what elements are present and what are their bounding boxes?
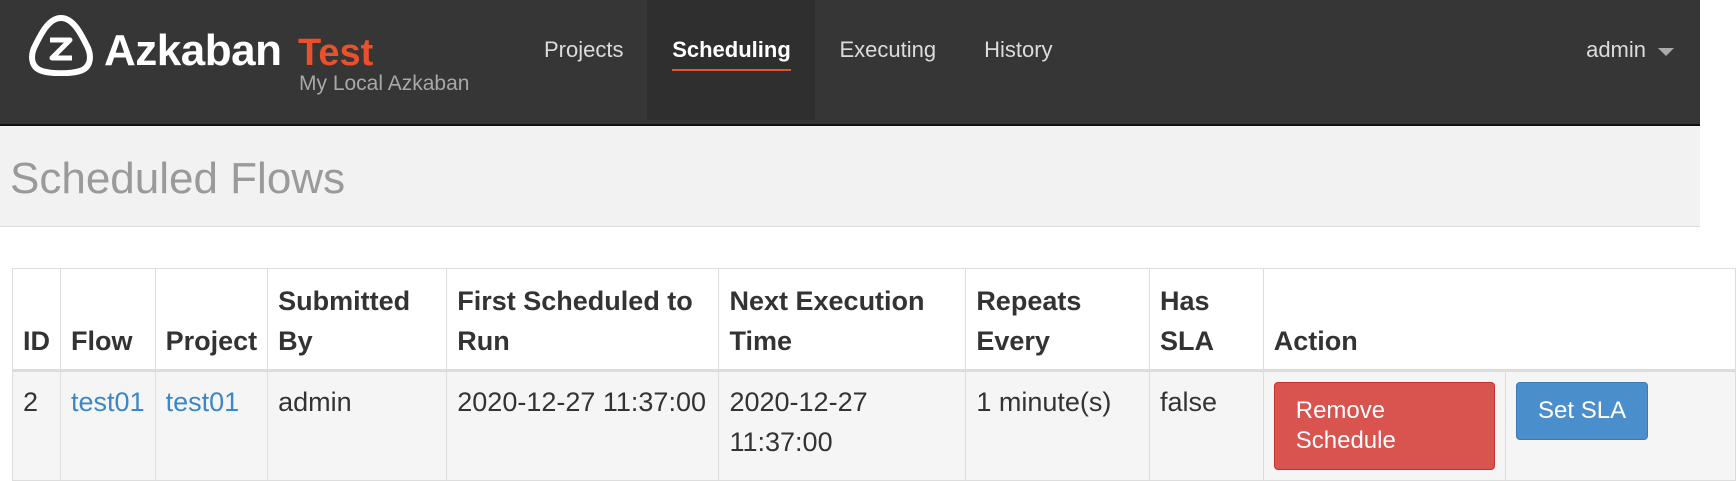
page-header: Scheduled Flows bbox=[0, 126, 1700, 227]
azkaban-logo-icon[interactable] bbox=[26, 14, 96, 76]
table-header-row: ID Flow Project Submitted By First Sched… bbox=[12, 268, 1736, 372]
col-has-sla: Has SLA bbox=[1148, 268, 1264, 372]
col-action: Action bbox=[1262, 268, 1736, 372]
cell-has-sla: false bbox=[1148, 370, 1264, 481]
cell-first-scheduled: 2020-12-27 11:37:00 bbox=[446, 370, 720, 481]
project-link[interactable]: test01 bbox=[166, 387, 240, 417]
nav-projects-label: Projects bbox=[544, 37, 624, 62]
cell-remove-action: Remove Schedule bbox=[1262, 370, 1507, 481]
col-flow: Flow bbox=[60, 268, 156, 372]
top-navbar: Azkaban Test My Local Azkaban Projects S… bbox=[0, 0, 1700, 126]
nav-projects[interactable]: Projects bbox=[520, 0, 647, 120]
col-submitted-by: Submitted By bbox=[267, 268, 448, 372]
col-id: ID bbox=[12, 268, 61, 372]
environment-label: Test bbox=[298, 32, 374, 74]
page-title: Scheduled Flows bbox=[10, 154, 346, 203]
nav-scheduling-label: Scheduling bbox=[672, 37, 791, 71]
cell-next-execution: 2020-12-27 11:37:00 bbox=[718, 370, 967, 481]
remove-schedule-button[interactable]: Remove Schedule bbox=[1273, 382, 1496, 470]
cell-flow: test01 bbox=[60, 370, 156, 481]
cell-id: 2 bbox=[12, 370, 61, 481]
nav-history-label: History bbox=[984, 37, 1053, 62]
cell-submitted-by: admin bbox=[267, 370, 448, 481]
nav-history[interactable]: History bbox=[960, 0, 1076, 120]
cell-repeats-every: 1 minute(s) bbox=[965, 370, 1150, 481]
table-row: 2 test01 test01 admin 2020-12-27 11:37:0… bbox=[12, 370, 1736, 481]
set-sla-button[interactable]: Set SLA bbox=[1516, 382, 1649, 440]
col-project: Project bbox=[154, 268, 269, 372]
flow-link[interactable]: test01 bbox=[71, 387, 145, 417]
main-nav: Projects Scheduling Executing History bbox=[520, 0, 1077, 120]
user-name: admin bbox=[1586, 37, 1646, 62]
col-first-scheduled: First Scheduled to Run bbox=[446, 268, 720, 372]
nav-executing-label: Executing bbox=[839, 37, 937, 62]
schedule-table: ID Flow Project Submitted By First Sched… bbox=[12, 268, 1736, 481]
col-repeats-every: Repeats Every bbox=[965, 268, 1150, 372]
nav-executing[interactable]: Executing bbox=[815, 0, 960, 120]
user-menu[interactable]: admin bbox=[1586, 37, 1674, 63]
brand-name[interactable]: Azkaban bbox=[104, 26, 282, 76]
col-next-execution: Next Execution Time bbox=[718, 268, 967, 372]
cell-sla-action: Set SLA bbox=[1505, 370, 1736, 481]
cell-project: test01 bbox=[154, 370, 269, 481]
brand-subtitle: My Local Azkaban bbox=[299, 72, 470, 95]
nav-scheduling[interactable]: Scheduling bbox=[647, 0, 816, 120]
caret-down-icon bbox=[1658, 47, 1674, 56]
